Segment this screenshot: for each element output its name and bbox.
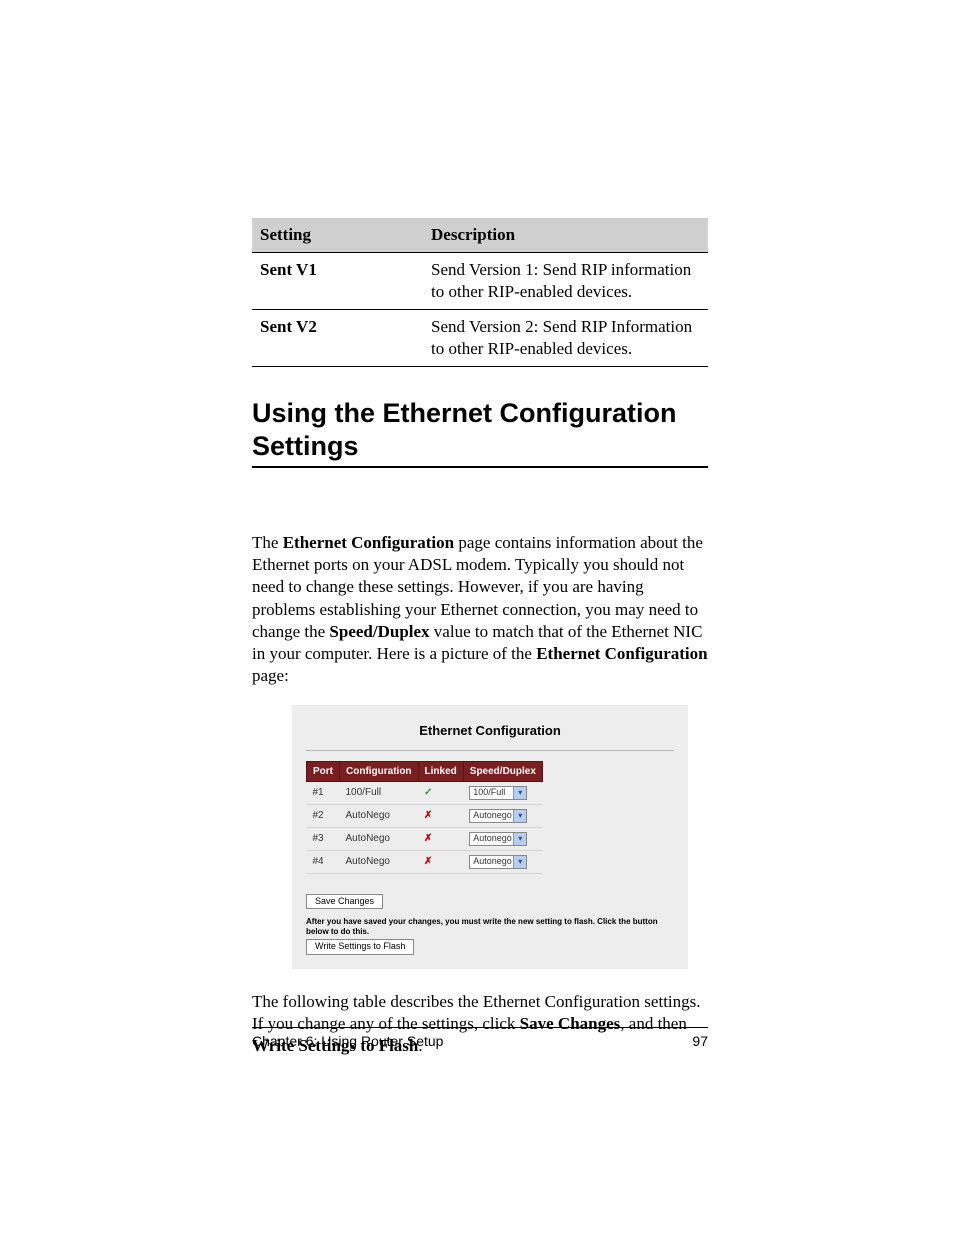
- screenshot-title: Ethernet Configuration: [306, 723, 674, 740]
- ethernet-config-table: Port Configuration Linked Speed/Duplex #…: [306, 761, 543, 874]
- setting-name: Sent V1: [252, 253, 423, 310]
- cross-icon: ✗: [424, 810, 432, 821]
- config-cell: 100/Full: [340, 781, 419, 804]
- flash-note: After you have saved your changes, you m…: [306, 917, 674, 937]
- table-header-description: Description: [423, 218, 708, 253]
- footer-page-number: 97: [692, 1032, 708, 1050]
- speed-duplex-select[interactable]: Autonego ▾: [469, 809, 527, 823]
- linked-cell: ✗: [418, 827, 463, 850]
- table-row: Sent V1 Send Version 1: Send RIP informa…: [252, 253, 708, 310]
- chevron-down-icon: ▾: [513, 833, 526, 845]
- chevron-down-icon: ▾: [513, 787, 526, 799]
- speed-duplex-select[interactable]: 100/Full ▾: [469, 786, 527, 800]
- col-port: Port: [307, 761, 340, 781]
- chevron-down-icon: ▾: [513, 810, 526, 822]
- save-changes-button[interactable]: Save Changes: [306, 894, 383, 910]
- linked-cell: ✓: [418, 781, 463, 804]
- port-cell: #4: [307, 850, 340, 873]
- port-cell: #1: [307, 781, 340, 804]
- chevron-down-icon: ▾: [513, 856, 526, 868]
- col-configuration: Configuration: [340, 761, 419, 781]
- intro-paragraph: The Ethernet Configuration page contains…: [252, 532, 708, 687]
- col-linked: Linked: [418, 761, 463, 781]
- check-icon: ✓: [424, 787, 432, 798]
- cross-icon: ✗: [424, 856, 432, 867]
- write-settings-button[interactable]: Write Settings to Flash: [306, 939, 414, 955]
- speed-duplex-select[interactable]: Autonego ▾: [469, 832, 527, 846]
- table-row: #1 100/Full ✓ 100/Full ▾: [307, 781, 543, 804]
- table-header-setting: Setting: [252, 218, 423, 253]
- select-value: Autonego: [473, 833, 512, 845]
- config-cell: AutoNego: [340, 850, 419, 873]
- linked-cell: ✗: [418, 850, 463, 873]
- config-cell: AutoNego: [340, 804, 419, 827]
- section-heading: Using the Ethernet Configuration Setting…: [252, 397, 708, 468]
- settings-table: Setting Description Sent V1 Send Version…: [252, 218, 708, 367]
- setting-description: Send Version 2: Send RIP Information to …: [423, 310, 708, 367]
- setting-description: Send Version 1: Send RIP information to …: [423, 253, 708, 310]
- speed-duplex-select[interactable]: Autonego ▾: [469, 855, 527, 869]
- footer-chapter: Chapter 6: Using Router Setup: [252, 1032, 443, 1050]
- table-row: #3 AutoNego ✗ Autonego ▾: [307, 827, 543, 850]
- page-footer: Chapter 6: Using Router Setup 97: [252, 1027, 708, 1050]
- port-cell: #3: [307, 827, 340, 850]
- linked-cell: ✗: [418, 804, 463, 827]
- cross-icon: ✗: [424, 833, 432, 844]
- table-row: #2 AutoNego ✗ Autonego ▾: [307, 804, 543, 827]
- table-row: Sent V2 Send Version 2: Send RIP Informa…: [252, 310, 708, 367]
- port-cell: #2: [307, 804, 340, 827]
- select-value: 100/Full: [473, 787, 505, 799]
- divider: [306, 750, 674, 751]
- setting-name: Sent V2: [252, 310, 423, 367]
- table-row: #4 AutoNego ✗ Autonego ▾: [307, 850, 543, 873]
- ethernet-config-screenshot: Ethernet Configuration Port Configuratio…: [292, 705, 688, 969]
- select-value: Autonego: [473, 856, 512, 868]
- select-value: Autonego: [473, 810, 512, 822]
- col-speed-duplex: Speed/Duplex: [463, 761, 542, 781]
- config-cell: AutoNego: [340, 827, 419, 850]
